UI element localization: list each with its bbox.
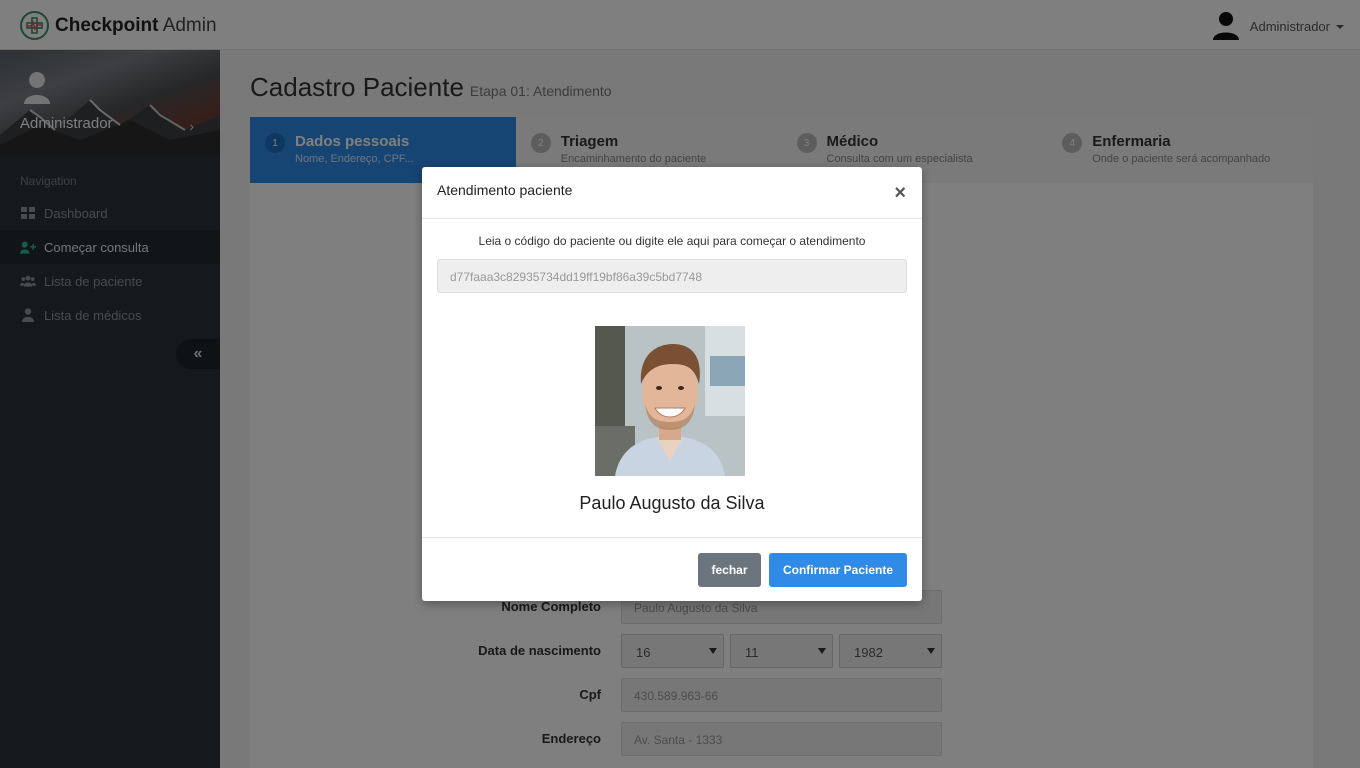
patient-photo <box>595 326 745 476</box>
modal-instruction: Leia o código do paciente ou digite ele … <box>478 234 866 248</box>
close-icon[interactable]: × <box>894 183 906 203</box>
patient-modal: Atendimento paciente × Leia o código do … <box>422 167 922 601</box>
confirm-patient-button[interactable]: Confirmar Paciente <box>769 553 907 587</box>
close-button[interactable]: fechar <box>698 553 761 587</box>
patient-code-input[interactable]: d77faaa3c82935734dd19ff19bf86a39c5bd7748 <box>437 259 907 293</box>
patient-name: Paulo Augusto da Silva <box>579 493 765 513</box>
modal-title: Atendimento paciente <box>437 182 573 198</box>
modal-header: Atendimento paciente × <box>422 167 922 219</box>
modal-footer: fechar Confirmar Paciente <box>422 537 922 601</box>
